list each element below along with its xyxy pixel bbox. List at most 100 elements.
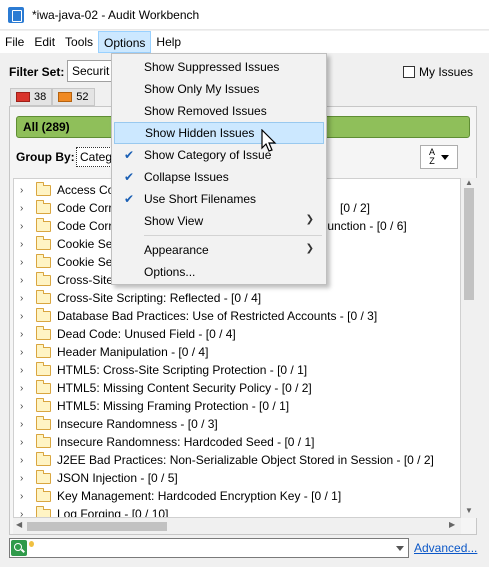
search-icon[interactable] <box>11 540 27 556</box>
my-issues-checkbox[interactable] <box>403 66 415 78</box>
tree-row-label: Database Bad Practices: Use of Restricte… <box>57 309 378 323</box>
folder-icon <box>36 307 51 322</box>
tree-row[interactable]: › HTML5: Missing Framing Protection - [0 … <box>14 397 289 415</box>
folder-icon <box>36 433 51 448</box>
folder-icon <box>36 289 51 304</box>
menu-file[interactable]: File <box>0 31 29 53</box>
menu-item-show-only-my-issues[interactable]: Show Only My Issues <box>114 78 324 100</box>
menu-tools[interactable]: Tools <box>60 31 98 53</box>
menu-item-label: Collapse Issues <box>144 170 229 184</box>
tree-row[interactable]: › HTML5: Cross-Site Scripting Protection … <box>14 361 307 379</box>
chevron-right-icon[interactable]: › <box>20 293 32 304</box>
menu-item-use-short-filenames[interactable]: ✔ Use Short Filenames <box>114 188 324 210</box>
sort-az-icon: A Z <box>429 148 435 166</box>
folder-icon <box>36 379 51 394</box>
tree-row-label: Key Management: Hardcoded Encryption Key… <box>57 489 342 503</box>
tree-row[interactable]: › Cross-Site Scripting: Reflected - [0 / … <box>14 289 261 307</box>
tree-row-label: J2EE Bad Practices: Non-Serializable Obj… <box>57 453 434 467</box>
chevron-right-icon[interactable]: › <box>20 419 32 430</box>
menu-item-show-category-of-issue[interactable]: ✔ Show Category of Issue <box>114 144 324 166</box>
tree-row[interactable]: › Code Corre <box>14 217 119 235</box>
mouse-cursor-icon <box>261 129 277 152</box>
chevron-right-icon[interactable]: › <box>20 311 32 322</box>
chevron-right-icon[interactable]: › <box>20 239 32 250</box>
title-bar: *iwa-java-02 - Audit Workbench <box>0 0 489 30</box>
tree-row[interactable]: › Database Bad Practices: Use of Restrict… <box>14 307 377 325</box>
tree-row-label: Header Manipulation - [0 / 4] <box>57 345 209 359</box>
menu-item-show-suppressed-issues[interactable]: Show Suppressed Issues <box>114 56 324 78</box>
high-flag-icon <box>58 92 73 102</box>
my-issues-label: My Issues <box>419 65 474 79</box>
tree-row-label: JSON Injection - [0 / 5] <box>57 471 178 485</box>
vertical-scroll-thumb[interactable] <box>464 188 474 300</box>
folder-icon <box>36 487 51 502</box>
tree-row-label: Insecure Randomness: Hardcoded Seed - [0… <box>57 435 315 449</box>
chevron-right-icon[interactable]: › <box>20 437 32 448</box>
tree-row[interactable]: › Log Forging - [0 / 10] <box>14 505 168 518</box>
menu-item-appearance[interactable]: Appearance ❯ <box>114 239 324 261</box>
chevron-right-icon[interactable]: › <box>20 185 32 196</box>
menu-item-show-removed-issues[interactable]: Show Removed Issues <box>114 100 324 122</box>
tab-critical[interactable]: 38 <box>10 88 53 106</box>
tree-row[interactable]: › Key Management: Hardcoded Encryption Ke… <box>14 487 341 505</box>
tree-row[interactable]: › HTML5: Missing Content Security Policy … <box>14 379 312 397</box>
chevron-right-icon[interactable]: › <box>20 455 32 466</box>
chevron-right-icon[interactable]: › <box>20 401 32 412</box>
chevron-right-icon[interactable]: › <box>20 347 32 358</box>
tree-row[interactable]: › Cookie Secu <box>14 235 125 253</box>
chevron-down-icon[interactable] <box>396 546 404 551</box>
tree-row-label: Dead Code: Unused Field - [0 / 4] <box>57 327 236 341</box>
tree-row[interactable]: › Dead Code: Unused Field - [0 / 4] <box>14 325 236 343</box>
chevron-right-icon[interactable]: › <box>20 383 32 394</box>
search-input[interactable] <box>9 538 409 558</box>
tree-row-label: Code Corre <box>57 219 120 233</box>
tree-row[interactable]: › Code Corre <box>14 199 119 217</box>
tree-row[interactable]: › Insecure Randomness: Hardcoded Seed - [… <box>14 433 314 451</box>
tree-row[interactable]: › Cookie Secu <box>14 253 125 271</box>
group-by-label: Group By: <box>16 150 75 164</box>
my-issues-toggle[interactable]: My Issues <box>403 65 473 79</box>
tab-high[interactable]: 52 <box>52 88 95 106</box>
folder-icon <box>36 469 51 484</box>
app-icon <box>8 6 24 23</box>
menu-item-show-view[interactable]: Show View ❯ <box>114 210 324 232</box>
chevron-right-icon[interactable]: › <box>20 509 32 518</box>
tree-row[interactable]: › JSON Injection - [0 / 5] <box>14 469 178 487</box>
chevron-right-icon[interactable]: › <box>20 491 32 502</box>
menu-options[interactable]: Options <box>98 31 152 53</box>
menu-item-options[interactable]: Options... <box>114 261 324 283</box>
tree-row-label: Insecure Randomness - [0 / 3] <box>57 417 218 431</box>
horizontal-scroll-thumb[interactable] <box>27 522 167 531</box>
horizontal-scrollbar[interactable]: ◀ ▶ <box>13 518 461 534</box>
scroll-left-icon[interactable]: ◀ <box>16 520 22 529</box>
scroll-up-icon[interactable]: ▲ <box>465 178 473 187</box>
tree-row[interactable]: › Insecure Randomness - [0 / 3] <box>14 415 218 433</box>
menu-item-collapse-issues[interactable]: ✔ Collapse Issues <box>114 166 324 188</box>
folder-icon <box>36 415 51 430</box>
menu-item-show-hidden-issues[interactable]: Show Hidden Issues <box>114 122 324 144</box>
scroll-down-icon[interactable]: ▼ <box>465 506 473 515</box>
filter-set-label: Filter Set: <box>9 65 65 79</box>
chevron-right-icon[interactable]: › <box>20 329 32 340</box>
menu-help[interactable]: Help <box>151 31 186 53</box>
tree-row[interactable]: › Cross-Site F <box>14 271 124 289</box>
chevron-right-icon[interactable]: › <box>20 203 32 214</box>
chevron-right-icon[interactable]: › <box>20 257 32 268</box>
menu-item-label: Show Only My Issues <box>144 82 260 96</box>
folder-icon <box>36 505 51 517</box>
chevron-right-icon[interactable]: › <box>20 365 32 376</box>
tree-row[interactable]: › Access Con <box>14 181 121 199</box>
chevron-right-icon[interactable]: › <box>20 473 32 484</box>
tree-row[interactable]: › J2EE Bad Practices: Non-Serializable Ob… <box>14 451 434 469</box>
high-count: 52 <box>76 91 89 103</box>
scroll-right-icon[interactable]: ▶ <box>449 520 455 529</box>
sort-button[interactable]: A Z <box>420 145 458 169</box>
tree-row[interactable]: › Header Manipulation - [0 / 4] <box>14 343 208 361</box>
chevron-right-icon[interactable]: › <box>20 221 32 232</box>
vertical-scrollbar[interactable]: ▲ ▼ <box>461 178 477 518</box>
menu-edit[interactable]: Edit <box>29 31 60 53</box>
chevron-right-icon[interactable]: › <box>20 275 32 286</box>
menu-item-label: Use Short Filenames <box>144 192 257 206</box>
advanced-link[interactable]: Advanced... <box>414 541 477 555</box>
check-icon: ✔ <box>123 192 135 206</box>
